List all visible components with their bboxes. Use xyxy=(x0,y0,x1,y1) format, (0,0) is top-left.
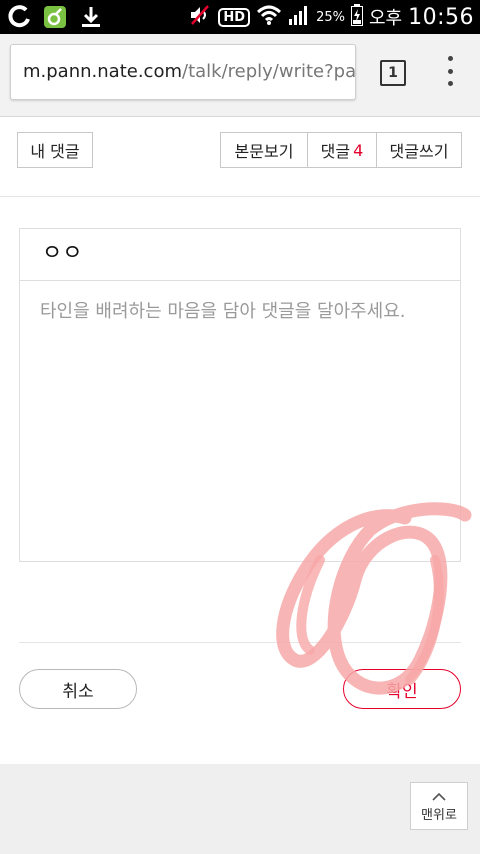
address-bar[interactable]: m.pann.nate.com/talk/reply/write?pann xyxy=(10,44,356,100)
footer xyxy=(0,764,480,854)
menu-dot-icon xyxy=(447,68,453,74)
browser-toolbar: m.pann.nate.com/talk/reply/write?pann 1 xyxy=(0,34,480,117)
menu-dot-icon xyxy=(447,81,453,86)
view-post-button[interactable]: 본문보기 xyxy=(220,132,308,168)
download-icon xyxy=(78,4,104,30)
status-left-icons xyxy=(6,4,104,30)
chevron-up-icon xyxy=(432,792,446,801)
comments-count: 4 xyxy=(353,140,364,160)
status-bar: HD 25% 오후 10:56 xyxy=(0,0,480,34)
scroll-to-top-label: 맨위로 xyxy=(421,807,457,823)
comments-label: 댓글 xyxy=(320,142,351,161)
tab-switcher-button[interactable]: 1 xyxy=(380,60,406,86)
clock: 10:56 xyxy=(408,4,474,30)
mute-icon xyxy=(188,3,212,31)
app-notification-icon xyxy=(42,4,68,30)
write-comment-button[interactable]: 댓글쓰기 xyxy=(376,132,462,168)
divider xyxy=(19,642,461,643)
wifi-icon xyxy=(256,4,282,30)
signal-icon xyxy=(288,4,310,30)
browser-menu-button[interactable] xyxy=(444,56,456,86)
hd-voice-icon: HD xyxy=(218,7,251,27)
scroll-to-top-button[interactable]: 맨위로 xyxy=(410,782,468,830)
confirm-button[interactable]: 확인 xyxy=(343,669,461,709)
comments-button[interactable]: 댓글 4 xyxy=(307,132,377,168)
comment-textarea[interactable]: 타인을 배려하는 마음을 담아 댓글을 달아주세요. xyxy=(19,280,461,562)
url-host: m.pann.nate.com xyxy=(23,61,182,82)
divider xyxy=(0,196,480,197)
url-path: /talk/reply/write?pann xyxy=(182,61,356,82)
status-right: HD 25% 오후 10:56 xyxy=(188,0,474,34)
battery-icon xyxy=(350,4,363,30)
my-comments-button[interactable]: 내 댓글 xyxy=(17,132,93,168)
url-text: m.pann.nate.com/talk/reply/write?pann xyxy=(23,61,356,82)
time-ampm: 오후 xyxy=(368,8,403,29)
battery-percent: 25% xyxy=(316,9,345,25)
nickname-input[interactable]: ㅇㅇ xyxy=(19,228,461,280)
menu-dot-icon xyxy=(447,56,453,61)
carrier-app-icon xyxy=(6,4,32,30)
cancel-button[interactable]: 취소 xyxy=(19,669,137,709)
